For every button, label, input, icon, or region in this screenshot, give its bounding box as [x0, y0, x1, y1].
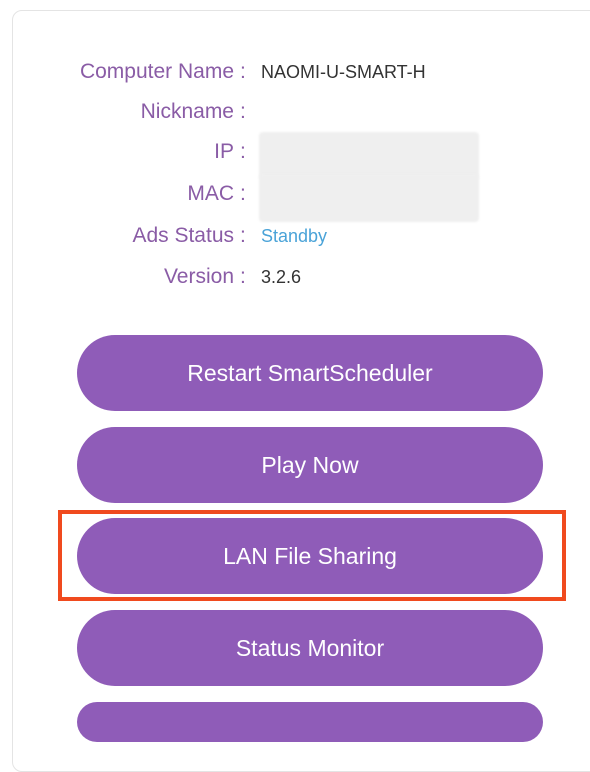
colon: :: [240, 60, 246, 83]
ip-row: IP :: [0, 132, 590, 172]
nickname-row: Nickname :: [0, 92, 590, 132]
computer-name-value: NAOMI-U-SMART-H: [261, 62, 426, 82]
play-now-button[interactable]: Play Now: [77, 427, 543, 503]
ads-status-label: Ads Status: [132, 224, 234, 247]
version-row: Version : 3.2.6: [0, 257, 590, 297]
computer-name-label: Computer Name: [79, 60, 234, 83]
colon: :: [240, 100, 246, 123]
mac-row: MAC :: [0, 174, 590, 214]
highlight-box: [58, 510, 566, 601]
colon: :: [240, 224, 246, 247]
version-value: 3.2.6: [261, 267, 302, 287]
restart-smartscheduler-button[interactable]: Restart SmartScheduler: [77, 335, 543, 411]
colon: :: [240, 140, 246, 163]
ads-status-row: Ads Status : Standby: [0, 216, 590, 256]
colon: :: [240, 265, 246, 288]
colon: :: [240, 182, 246, 205]
mac-label: MAC: [187, 182, 234, 205]
ip-label: IP: [214, 140, 234, 163]
ads-status-value[interactable]: Standby: [261, 216, 327, 256]
nickname-label: Nickname: [140, 100, 234, 123]
computer-name-row: Computer Name : NAOMI-U-SMART-H: [0, 52, 590, 92]
version-label: Version: [163, 265, 234, 288]
next-button-partial[interactable]: [77, 702, 543, 742]
status-monitor-button[interactable]: Status Monitor: [77, 610, 543, 686]
